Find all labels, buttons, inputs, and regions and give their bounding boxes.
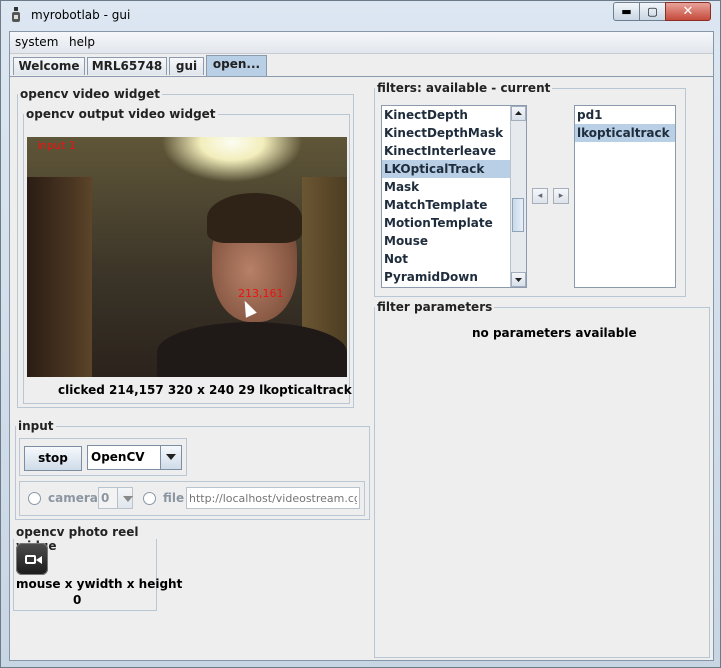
available-filter-item[interactable]: KinectInterleave <box>382 142 526 160</box>
camera-snapshot-button[interactable] <box>16 543 48 575</box>
available-filter-item[interactable]: Not <box>382 250 526 268</box>
scroll-down-icon[interactable] <box>511 272 526 287</box>
available-filter-item[interactable]: MatchTemplate <box>382 196 526 214</box>
minimize-button[interactable]: ▬ <box>613 2 640 21</box>
maximize-button[interactable]: ▢ <box>639 2 666 21</box>
video-status: clicked 214,157 320 x 240 29 lkopticaltr… <box>58 383 352 397</box>
tab-opencv[interactable]: open... <box>206 55 267 76</box>
available-filter-item[interactable]: LKOpticalTrack <box>382 160 526 178</box>
source-select-value: OpenCV <box>91 450 145 464</box>
available-filter-item[interactable]: MotionTemplate <box>382 214 526 232</box>
video-overlay-source: input 1 <box>37 139 76 152</box>
tab-welcome[interactable]: Welcome <box>13 57 85 75</box>
video-scene-hair <box>207 193 302 243</box>
camera-index-value: 0 <box>101 491 110 505</box>
filter-parameters-panel: filter parameters <box>374 300 710 658</box>
source-select[interactable]: OpenCV <box>87 445 182 470</box>
client-area: system help Welcome MRL65748 gui open...… <box>9 31 714 661</box>
no-parameters-message: no parameters available <box>472 326 637 340</box>
current-filters-list[interactable]: pd1 lkopticaltrack <box>574 105 676 288</box>
close-button[interactable]: ✕ <box>665 2 711 21</box>
photo-reel-caption: mouse x ywidth x height <box>16 577 183 591</box>
scroll-up-icon[interactable] <box>511 106 526 121</box>
menu-system[interactable]: system <box>15 35 58 49</box>
title-bar[interactable]: myrobotlab - gui ▬ ▢ ✕ <box>1 1 720 29</box>
available-filter-item[interactable]: Mask <box>382 178 526 196</box>
tab-gui[interactable]: gui <box>169 57 204 75</box>
camera-radio[interactable] <box>28 492 41 505</box>
file-url-input[interactable] <box>186 487 360 509</box>
available-filters-list[interactable]: KinectDepth KinectDepthMask KinectInterlea… <box>381 105 527 288</box>
move-left-button[interactable]: ◂ <box>532 188 548 204</box>
video-display[interactable]: input 1 213,161 <box>27 137 347 377</box>
app-icon <box>12 7 20 22</box>
file-radio[interactable] <box>143 492 156 505</box>
video-widget-legend: opencv video widget <box>20 87 160 101</box>
video-camera-icon <box>25 555 36 564</box>
file-label: file <box>163 491 185 505</box>
current-filter-item[interactable]: lkopticaltrack <box>575 124 675 142</box>
video-camera-lens-icon <box>36 556 42 564</box>
current-filters-items: pd1 lkopticaltrack <box>575 106 675 142</box>
output-video-legend: opencv output video widget <box>26 107 216 121</box>
photo-reel-count: 0 <box>73 593 82 607</box>
video-overlay-point: 213,161 <box>238 287 284 300</box>
tab-mrl65748[interactable]: MRL65748 <box>87 57 167 75</box>
move-right-button[interactable]: ▸ <box>553 188 569 204</box>
available-filter-item[interactable]: KinectDepthMask <box>382 124 526 142</box>
available-filter-item[interactable]: KinectDepth <box>382 106 526 124</box>
video-scene-furniture <box>27 177 92 377</box>
camera-index-select[interactable]: 0 <box>98 487 133 509</box>
tab-bar: Welcome MRL65748 gui open... <box>10 54 713 77</box>
video-scene-body <box>157 322 347 377</box>
filters-legend: filters: available - current <box>377 81 551 95</box>
scroll-thumb[interactable] <box>512 198 524 232</box>
current-filter-item[interactable]: pd1 <box>575 106 675 124</box>
available-filters-items: KinectDepth KinectDepthMask KinectInterlea… <box>382 106 526 286</box>
input-legend: input <box>18 419 54 433</box>
app-window: myrobotlab - gui ▬ ▢ ✕ system help Welco… <box>0 0 721 668</box>
chevron-down-icon[interactable] <box>117 488 133 508</box>
menu-bar: system help <box>10 32 713 54</box>
available-filter-item[interactable]: PyramidDown <box>382 268 526 286</box>
available-filter-item[interactable]: Mouse <box>382 232 526 250</box>
chevron-down-icon[interactable] <box>160 446 181 469</box>
camera-label: camera <box>48 491 98 505</box>
menu-help[interactable]: help <box>69 35 95 49</box>
filters-scrollbar[interactable] <box>510 106 526 287</box>
window-title: myrobotlab - gui <box>31 8 131 22</box>
stop-button[interactable]: stop <box>24 446 82 471</box>
filter-parameters-legend: filter parameters <box>377 300 493 314</box>
